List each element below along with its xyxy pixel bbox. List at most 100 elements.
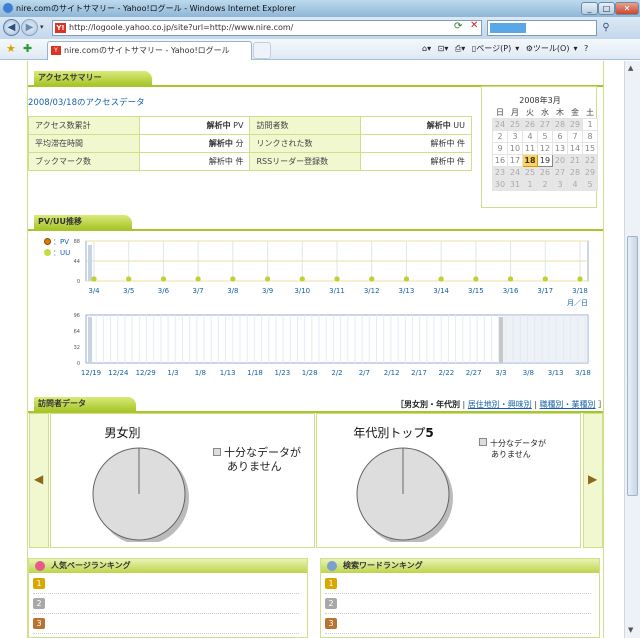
home-icon[interactable]: ⌂▾ (422, 44, 431, 53)
command-bar: ⌂▾ ⊡▾ ⎙▾ ▯ページ(P) ▾ ⚙ツール(O) ▾ ? (422, 43, 592, 54)
summary-value: 解析中 件 (360, 152, 472, 171)
address-bar[interactable]: Y! http://logoole.yahoo.co.jp/site?url=h… (52, 20, 482, 36)
y-tick-label: 0 (77, 361, 80, 367)
forward-button[interactable]: ▶ (21, 19, 38, 36)
list-item: 3 (33, 615, 299, 634)
x-tick-label: 3/13 (548, 369, 564, 377)
favorites-star-icon[interactable]: ★ (6, 42, 16, 55)
favorites-bar: ★ ✚ Y nire.comのサイトサマリー - Yahoo!ログール ⌂▾ ⊡… (0, 39, 640, 60)
range-handle (499, 317, 503, 363)
help-icon[interactable]: ? (584, 44, 588, 53)
y-tick-label: 64 (74, 329, 80, 335)
age-title-number: 5 (425, 426, 434, 440)
x-tick-label: 3/17 (537, 287, 553, 295)
summary-value: 解析中 UU (360, 116, 472, 135)
weekday-label: 木 (556, 108, 564, 117)
print-icon[interactable]: ⎙▾ (455, 44, 465, 53)
summary-value-status: 解析中 (426, 121, 451, 130)
summary-table: アクセス数累計 解析中 PV 訪問者数 解析中 UU 平均滞在時間 解析中 分 … (28, 116, 472, 171)
search-icon[interactable]: ⚲ (598, 20, 614, 36)
data-point-uu (542, 276, 548, 282)
refresh-icon[interactable]: ⟳ (454, 21, 462, 32)
x-tick-label: 3/3 (495, 369, 506, 377)
calendar-day: 27 (537, 118, 553, 131)
calendar-day[interactable]: 13 (552, 142, 568, 155)
history-dropdown-icon[interactable]: ▾ (40, 23, 44, 31)
calendar-day[interactable]: 2 (492, 130, 508, 143)
age-no-data-note: 十分なデータが ありません (479, 438, 546, 460)
feeds-icon[interactable]: ⊡▾ (438, 44, 449, 53)
list-item: 3 (325, 615, 591, 634)
calendar-day[interactable]: 6 (552, 130, 568, 143)
weekday-label: 日 (496, 108, 504, 117)
page-menu-label: ページ(P) (476, 44, 512, 53)
data-point-uu (577, 276, 583, 282)
minimize-button[interactable]: _ (581, 2, 598, 15)
x-tick-label: 1/18 (247, 369, 263, 377)
x-tick-label: 2/7 (359, 369, 370, 377)
keyword-ranking-header: 検索ワードランキング (321, 559, 599, 573)
add-favorites-icon[interactable]: ✚ (23, 42, 32, 55)
calendar-day[interactable]: 9 (492, 142, 508, 155)
close-button[interactable]: ✕ (615, 2, 639, 15)
page-menu[interactable]: ▯ページ(P) ▾ (472, 44, 519, 53)
title-bar: nire.comのサイトサマリー - Yahoo!ログール - Windows … (0, 0, 640, 17)
x-tick-label: 3/15 (468, 287, 484, 295)
weekday-label: 火 (526, 108, 534, 117)
list-item: 2 (325, 595, 591, 614)
vertical-scrollbar[interactable]: ▲ ▼ (624, 61, 640, 638)
summary-value: 解析中 PV (138, 116, 251, 135)
calendar-day[interactable]: 10 (507, 142, 523, 155)
calendar-day[interactable]: 12 (537, 142, 553, 155)
calendar-day: 1 (522, 178, 538, 191)
scroll-thumb[interactable] (627, 236, 638, 496)
browser-tab[interactable]: Y nire.comのサイトサマリー - Yahoo!ログール (47, 41, 252, 60)
next-slide-button[interactable]: ▶ (583, 413, 603, 548)
calendar-day: 26 (522, 118, 538, 131)
no-data-swatch (479, 438, 487, 446)
link-region-interest[interactable]: 居住地別・興味別 (468, 400, 532, 409)
calendar-day: 24 (507, 166, 523, 179)
scroll-down-icon[interactable]: ▼ (628, 626, 633, 634)
summary-value-status: 解析中 (208, 157, 233, 166)
calendar-day[interactable]: 14 (567, 142, 583, 155)
calendar-day[interactable]: 7 (567, 130, 583, 143)
x-tick-label: 3/12 (364, 287, 380, 295)
data-point-uu (126, 276, 132, 282)
list-item: 1 (325, 575, 591, 594)
new-tab-button[interactable] (253, 42, 271, 59)
calendar-day: 23 (492, 166, 508, 179)
visitors-heading-label: 訪問者データ (34, 397, 136, 411)
weekday-label: 月 (511, 108, 519, 117)
stop-icon[interactable]: ✕ (470, 20, 478, 31)
calendar-day[interactable]: 4 (522, 130, 538, 143)
back-button[interactable]: ◀ (3, 19, 20, 36)
scroll-up-icon[interactable]: ▲ (628, 64, 633, 72)
maximize-button[interactable]: □ (598, 2, 615, 15)
x-tick-label: 1/23 (274, 369, 290, 377)
age-title-text: 年代別トップ (353, 426, 426, 440)
partial-data-bar (88, 317, 92, 363)
summary-heading-label: アクセスサマリー (34, 71, 152, 85)
link-job-industry[interactable]: 職種別・業種別 (540, 400, 596, 409)
calendar-day[interactable]: 1 (582, 118, 598, 131)
calendar-day[interactable]: 11 (522, 142, 538, 155)
weekday-label: 水 (541, 108, 549, 117)
link-gender-age[interactable]: ［男女別・年代別 (396, 400, 460, 409)
search-input[interactable] (487, 20, 597, 36)
calendar-day[interactable]: 16 (492, 154, 508, 167)
gender-title: 男女別 (104, 426, 141, 440)
tools-menu[interactable]: ⚙ツール(O) ▾ (526, 44, 578, 53)
x-tick-label: 2/27 (466, 369, 482, 377)
data-point-uu (230, 276, 236, 282)
calendar-day[interactable]: 5 (537, 130, 553, 143)
calendar-day[interactable]: 18 (522, 154, 538, 167)
calendar-day[interactable]: 19 (537, 154, 553, 167)
calendar-day[interactable]: 8 (582, 130, 598, 143)
calendar-day[interactable]: 17 (507, 154, 523, 167)
calendar-day[interactable]: 15 (582, 142, 598, 155)
x-tick-label: 12/24 (108, 369, 129, 377)
calendar-day[interactable]: 3 (507, 130, 523, 143)
x-tick-label: 1/13 (220, 369, 236, 377)
visitor-view-links: ［男女別・年代別 | 居住地別・興味別 | 職種別・業種別 ］ (396, 400, 607, 409)
